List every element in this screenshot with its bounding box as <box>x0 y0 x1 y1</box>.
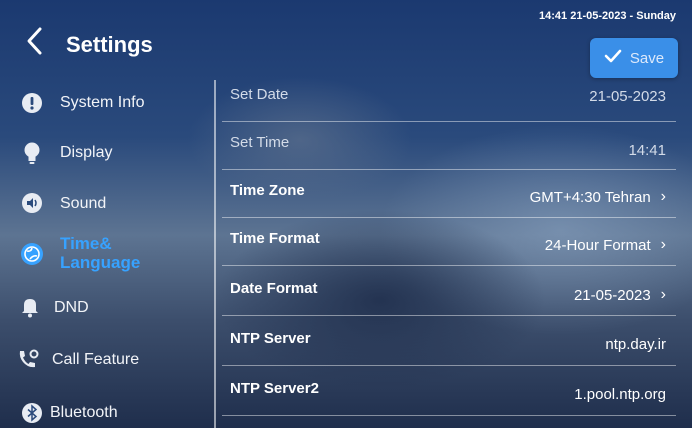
sidebar-item-label: Call Feature <box>52 351 140 368</box>
row-label: Time Format <box>230 230 320 247</box>
back-icon[interactable] <box>20 24 50 58</box>
row-divider <box>222 169 676 170</box>
sidebar-item-system-info[interactable]: System Info <box>0 88 210 118</box>
row-divider <box>222 121 676 122</box>
row-date-format[interactable]: Date Format 21-05-2023 › <box>222 270 676 316</box>
row-label: Set Time <box>230 134 290 151</box>
row-value: ntp.day.ir <box>605 336 666 353</box>
row-divider <box>222 415 676 416</box>
bulb-icon <box>20 141 44 165</box>
sidebar-item-label: DND <box>54 299 89 316</box>
speaker-icon <box>20 191 44 215</box>
sidebar-item-bluetooth[interactable]: Bluetooth <box>0 398 210 428</box>
row-value: 1.pool.ntp.org <box>574 386 666 403</box>
chevron-right-icon: › <box>660 236 666 253</box>
row-ntp-server[interactable]: NTP Server ntp.day.ir <box>222 320 676 366</box>
save-label: Save <box>629 49 665 67</box>
page-title: Settings <box>66 32 153 57</box>
row-value: 21-05-2023 <box>589 88 666 105</box>
chevron-right-icon: › <box>660 188 666 205</box>
row-label: Date Format <box>230 280 318 297</box>
status-datetime: 14:41 21-05-2023 - Sunday <box>539 10 676 22</box>
row-value: GMT+4:30 Tehran › <box>529 188 666 206</box>
row-time-zone[interactable]: Time Zone GMT+4:30 Tehran › <box>222 172 676 218</box>
row-set-time[interactable]: Set Time 14:41 <box>222 124 676 170</box>
sidebar-item-dnd[interactable]: DND <box>0 292 210 322</box>
save-button[interactable]: Save <box>590 38 678 78</box>
row-divider <box>222 265 676 266</box>
phone-gear-icon <box>16 347 40 371</box>
row-label: NTP Server2 <box>230 380 319 397</box>
sidebar-item-call-feature[interactable]: Call Feature <box>0 344 210 374</box>
sidebar-divider <box>214 80 216 428</box>
sidebar-item-display[interactable]: Display <box>0 138 210 168</box>
sidebar-item-label: Display <box>60 144 113 161</box>
row-ntp-server2[interactable]: NTP Server2 1.pool.ntp.org <box>222 370 676 416</box>
sidebar-item-label: Sound <box>60 195 107 212</box>
row-value: 24-Hour Format › <box>544 236 666 254</box>
row-label: Set Date <box>230 86 289 103</box>
sidebar-item-label-line2: Language <box>60 253 141 272</box>
row-divider <box>222 217 676 218</box>
bell-icon <box>18 295 42 319</box>
row-divider <box>222 365 676 366</box>
chevron-right-icon: › <box>660 286 666 303</box>
sidebar-item-time-language[interactable]: Time& Language <box>0 230 210 276</box>
row-set-date[interactable]: Set Date 21-05-2023 <box>222 76 676 122</box>
check-icon <box>604 49 622 68</box>
row-time-format[interactable]: Time Format 24-Hour Format › <box>222 220 676 266</box>
sidebar-item-sound[interactable]: Sound <box>0 188 210 218</box>
row-divider <box>222 315 676 316</box>
row-label: Time Zone <box>230 182 305 199</box>
globe-icon <box>20 242 44 266</box>
row-value: 14:41 <box>628 142 666 159</box>
row-label: NTP Server <box>230 330 311 347</box>
row-value: 21-05-2023 › <box>573 286 666 304</box>
sidebar-item-label: Bluetooth <box>50 404 118 421</box>
bluetooth-icon <box>20 401 44 425</box>
info-icon <box>20 91 44 115</box>
sidebar-item-label: Time& <box>60 234 112 253</box>
sidebar-item-label: System Info <box>60 94 145 111</box>
